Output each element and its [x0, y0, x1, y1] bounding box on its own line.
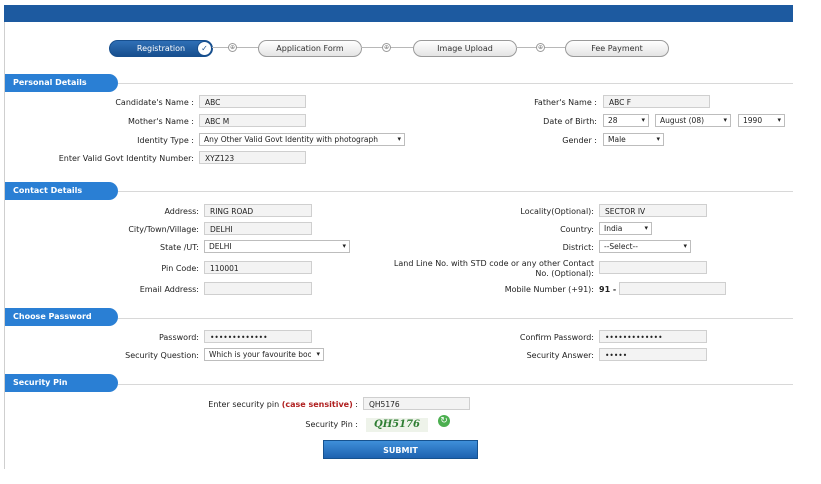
locality-label: Locality(Optional): — [520, 207, 594, 216]
step-connector-icon: ⊕ — [536, 43, 545, 52]
step-application-form[interactable]: Application Form — [258, 40, 362, 57]
section-divider — [118, 318, 793, 319]
country-label: Country: — [560, 225, 594, 234]
locality-input[interactable]: SECTOR IV — [599, 204, 707, 217]
chevron-down-icon: ▾ — [656, 135, 660, 143]
section-divider — [118, 191, 793, 192]
chevron-down-icon: ▾ — [342, 242, 346, 250]
section-choose-password: Choose Password — [5, 308, 118, 326]
password-label: Password: — [158, 333, 199, 342]
country-value: India — [604, 224, 623, 233]
chevron-down-icon: ▾ — [641, 116, 645, 124]
chevron-down-icon: ▾ — [644, 224, 648, 232]
address-input[interactable]: RING ROAD — [204, 204, 312, 217]
identity-type-select[interactable]: Any Other Valid Govt Identity with photo… — [199, 133, 405, 146]
city-input[interactable]: DELHI — [204, 222, 312, 235]
landline-label-line1: Land Line No. with STD code or any other… — [393, 259, 594, 268]
father-name-label: Father's Name : — [534, 98, 597, 107]
state-label: State /UT: — [160, 243, 199, 252]
section-divider — [118, 384, 793, 385]
gender-label: Gender : — [562, 136, 597, 145]
identity-number-input[interactable]: XYZ123 — [199, 151, 306, 164]
enter-pin-text: Enter security pin — [208, 400, 282, 409]
enter-pin-colon: : — [352, 400, 358, 409]
state-value: DELHI — [209, 242, 232, 251]
district-select[interactable]: --Select-- ▾ — [599, 240, 691, 253]
refresh-icon[interactable]: ↻ — [438, 415, 450, 427]
step-image-upload[interactable]: Image Upload — [413, 40, 517, 57]
gender-select[interactable]: Male ▾ — [603, 133, 664, 146]
mobile-prefix: 91 - — [599, 285, 617, 294]
chevron-down-icon: ▾ — [723, 116, 727, 124]
security-answer-label: Security Answer: — [526, 351, 594, 360]
step-label: Registration — [136, 44, 186, 53]
mobile-input[interactable] — [619, 282, 726, 295]
chevron-down-icon: ▾ — [777, 116, 781, 124]
pin-code-input[interactable]: 110001 — [204, 261, 312, 274]
mother-name-input[interactable]: ABC M — [199, 114, 306, 127]
enter-pin-label: Enter security pin (case sensitive) : — [208, 400, 358, 409]
chevron-down-icon: ▾ — [316, 350, 320, 358]
confirm-password-label: Confirm Password: — [519, 333, 594, 342]
gender-value: Male — [608, 135, 626, 144]
email-input[interactable] — [204, 282, 312, 295]
dob-day-select[interactable]: 28 ▾ — [603, 114, 649, 127]
security-question-select[interactable]: Which is your favourite book ▾ — [204, 348, 324, 361]
step-label: Fee Payment — [591, 44, 643, 53]
pin-code-label: Pin Code: — [161, 264, 199, 273]
section-contact-details: Contact Details — [5, 182, 118, 200]
step-connector-icon: ⊕ — [382, 43, 391, 52]
case-sensitive-note: (case sensitive) — [281, 400, 353, 409]
district-label: District: — [562, 243, 594, 252]
section-personal-details: Personal Details — [5, 74, 118, 92]
candidate-name-input[interactable]: ABC — [199, 95, 306, 108]
check-icon: ✓ — [197, 41, 212, 56]
submit-button[interactable]: SUBMIT — [323, 440, 478, 459]
dob-month-value: August (08) — [660, 116, 705, 125]
country-select[interactable]: India ▾ — [599, 222, 652, 235]
section-divider — [118, 83, 793, 84]
dob-year-select[interactable]: 1990 ▾ — [738, 114, 785, 127]
identity-type-label: Identity Type : — [137, 136, 194, 145]
city-label: City/Town/Village: — [128, 225, 199, 234]
dob-month-select[interactable]: August (08) ▾ — [655, 114, 731, 127]
step-fee-payment[interactable]: Fee Payment — [565, 40, 669, 57]
dob-day-value: 28 — [608, 116, 618, 125]
dob-year-value: 1990 — [743, 116, 763, 125]
father-name-input[interactable]: ABC F — [603, 95, 710, 108]
security-pin-label: Security Pin : — [305, 420, 358, 429]
identity-number-label: Enter Valid Govt Identity Number: — [58, 154, 194, 163]
top-banner — [4, 5, 793, 22]
mobile-label: Mobile Number (+91): — [504, 285, 594, 294]
identity-type-value: Any Other Valid Govt Identity with photo… — [204, 135, 379, 144]
landline-input[interactable] — [599, 261, 707, 274]
landline-label-line2: No. (Optional): — [535, 269, 594, 278]
step-connector-icon: ⊕ — [228, 43, 237, 52]
candidate-name-label: Candidate's Name : — [115, 98, 194, 107]
state-select[interactable]: DELHI ▾ — [204, 240, 350, 253]
captcha-image: QH5176 — [366, 418, 428, 432]
step-registration[interactable]: Registration ✓ — [109, 40, 213, 57]
chevron-down-icon: ▾ — [397, 135, 401, 143]
security-answer-input[interactable]: ••••• — [599, 348, 707, 361]
password-input[interactable]: ••••••••••••• — [204, 330, 312, 343]
step-label: Image Upload — [437, 44, 493, 53]
district-value: --Select-- — [604, 242, 638, 251]
dob-label: Date of Birth: — [543, 117, 597, 126]
address-label: Address: — [164, 207, 199, 216]
mother-name-label: Mother's Name : — [128, 117, 194, 126]
security-question-label: Security Question: — [125, 351, 199, 360]
confirm-password-input[interactable]: ••••••••••••• — [599, 330, 707, 343]
section-security-pin: Security Pin — [5, 374, 118, 392]
step-label: Application Form — [276, 44, 344, 53]
security-pin-input[interactable]: QH5176 — [363, 397, 470, 410]
security-question-value: Which is your favourite book — [209, 350, 311, 359]
chevron-down-icon: ▾ — [683, 242, 687, 250]
email-label: Email Address: — [139, 285, 199, 294]
